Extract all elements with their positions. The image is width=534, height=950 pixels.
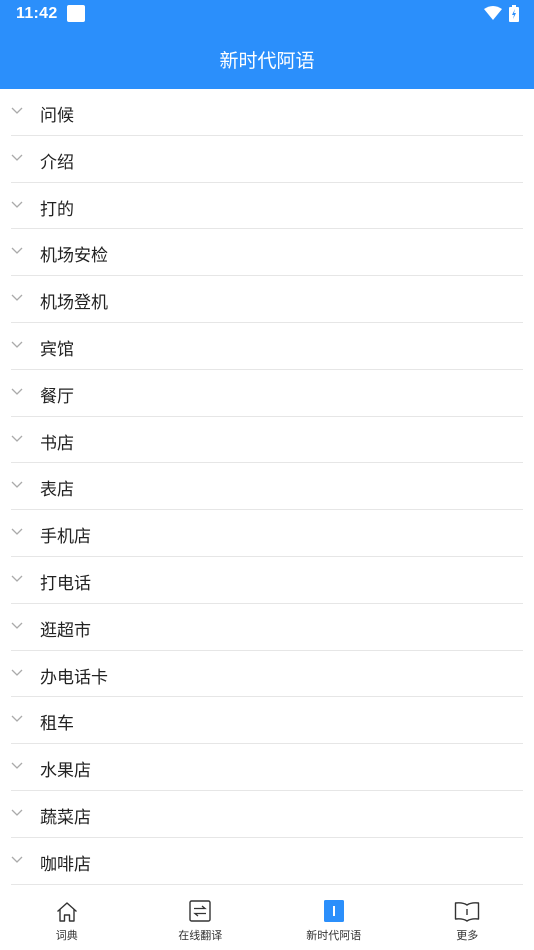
status-bar: 11:42 — [0, 0, 534, 28]
chevron-down-icon — [11, 575, 23, 582]
chevron-down-icon — [11, 622, 23, 629]
list-item-label: 打电话 — [40, 573, 91, 594]
page-title: 新时代阿语 — [219, 50, 315, 72]
list-item-label: 打的 — [40, 199, 74, 220]
chevron-down-icon — [11, 762, 23, 770]
list-item-label: 书店 — [40, 433, 74, 454]
tab-online-translate[interactable]: 在线翻译 — [134, 892, 268, 950]
chevron-down-icon — [11, 341, 23, 348]
status-time: 11:42 — [16, 5, 58, 22]
translate-icon — [189, 900, 211, 922]
list-item-label: 办电话卡 — [40, 667, 108, 688]
list-item[interactable]: 打电话 — [0, 557, 534, 604]
chevron-down-icon — [11, 388, 23, 395]
list-item[interactable]: 打的 — [0, 183, 534, 230]
phrase-category-list: 问候 介绍 打的 机场安检 机场登机 宾馆 餐厅 书店 表店 手机店 打电话 逛… — [0, 89, 534, 885]
book-mark-icon — [323, 900, 344, 922]
chevron-down-icon — [11, 481, 23, 489]
list-item-label: 逛超市 — [40, 620, 91, 641]
chevron-down-icon — [11, 856, 23, 863]
notification-icon — [67, 5, 85, 22]
tab-more[interactable]: 更多 — [401, 892, 534, 950]
list-item[interactable]: 表店 — [0, 463, 534, 510]
list-item[interactable]: 餐厅 — [0, 370, 534, 417]
list-item[interactable]: 机场安检 — [0, 229, 534, 276]
battery-icon — [509, 5, 519, 22]
list-item[interactable]: 咖啡店 — [0, 838, 534, 885]
app-bar: 11:42 新时代阿语 — [0, 0, 534, 89]
list-item-label: 介绍 — [40, 152, 74, 173]
chevron-down-icon — [11, 528, 23, 536]
chevron-down-icon — [11, 107, 23, 114]
list-item-label: 咖啡店 — [40, 854, 91, 875]
chevron-down-icon — [11, 435, 23, 442]
chevron-down-icon — [11, 715, 23, 723]
wifi-icon — [484, 6, 502, 20]
list-item-label: 餐厅 — [40, 386, 74, 407]
chevron-down-icon — [11, 247, 23, 255]
list-item[interactable]: 宾馆 — [0, 323, 534, 370]
list-item-label: 蔬菜店 — [40, 807, 91, 828]
list-item[interactable]: 手机店 — [0, 510, 534, 557]
tab-new-era-arabic[interactable]: 新时代阿语 — [267, 892, 401, 950]
chevron-down-icon — [11, 201, 23, 208]
list-item[interactable]: 办电话卡 — [0, 651, 534, 698]
list-item-label: 问候 — [40, 106, 74, 126]
list-item[interactable]: 蔬菜店 — [0, 791, 534, 838]
list-item[interactable]: 机场登机 — [0, 276, 534, 323]
chevron-down-icon — [11, 669, 23, 676]
chevron-down-icon — [11, 809, 23, 816]
list-item[interactable]: 书店 — [0, 417, 534, 464]
list-item[interactable]: 问候 — [0, 89, 534, 136]
list-item-label: 机场登机 — [40, 293, 108, 314]
tab-label: 新时代阿语 — [306, 929, 362, 942]
list-item[interactable]: 介绍 — [0, 136, 534, 183]
list-item-label: 机场安检 — [40, 246, 108, 267]
tab-label: 在线翻译 — [178, 929, 223, 942]
list-item-label: 手机店 — [40, 527, 91, 548]
list-item[interactable]: 水果店 — [0, 744, 534, 791]
list-item-label: 水果店 — [40, 761, 91, 782]
chevron-down-icon — [11, 154, 23, 161]
list-item[interactable]: 逛超市 — [0, 604, 534, 651]
bottom-tab-bar: 词典 在线翻译 新时代阿语 更多 — [0, 892, 534, 950]
list-item[interactable]: 租车 — [0, 697, 534, 744]
list-item-label: 宾馆 — [40, 339, 74, 360]
list-item-label: 表店 — [40, 480, 74, 501]
tab-dictionary[interactable]: 词典 — [0, 892, 134, 950]
list-item-label: 租车 — [40, 714, 74, 735]
tab-label: 词典 — [55, 929, 78, 942]
open-book-icon — [455, 902, 480, 922]
home-icon — [56, 902, 77, 922]
chevron-down-icon — [11, 294, 23, 302]
tab-label: 更多 — [456, 929, 479, 942]
